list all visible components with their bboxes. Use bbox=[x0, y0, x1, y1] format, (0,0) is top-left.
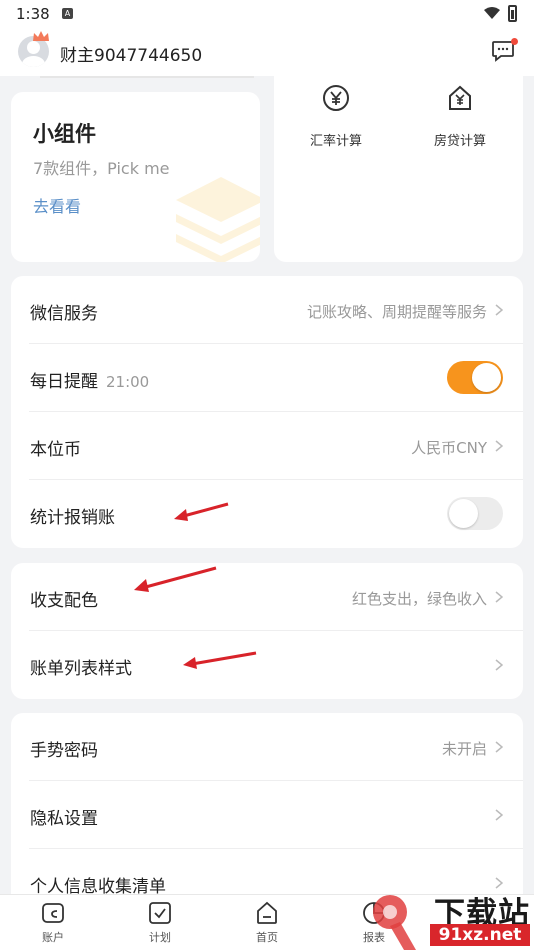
row-gesture-password[interactable]: 手势密码 未开启 bbox=[11, 713, 523, 781]
chevron-right-icon bbox=[495, 659, 503, 671]
row-label: 每日提醒 21:00 bbox=[30, 367, 149, 392]
battery-icon bbox=[508, 5, 517, 22]
tab-account[interactable]: 账户 bbox=[23, 901, 83, 945]
toggle-knob bbox=[472, 363, 501, 392]
chevron-right-icon bbox=[495, 741, 503, 753]
exchange-rate-tool[interactable]: 汇率计算 bbox=[281, 84, 391, 149]
watermark-logo-icon bbox=[373, 895, 416, 950]
tool-label: 汇率计算 bbox=[309, 134, 362, 149]
row-value: 记账攻略、周期提醒等服务 bbox=[306, 303, 487, 321]
tools-card: 汇率计算 房贷计算 bbox=[274, 76, 523, 262]
row-label: 隐私设置 bbox=[30, 809, 98, 829]
row-bill-list-style[interactable]: 账单列表样式 bbox=[11, 631, 523, 699]
yen-house-icon bbox=[449, 85, 471, 110]
row-value: 红色支出，绿色收入 bbox=[351, 590, 487, 608]
mortgage-tool[interactable]: 房贷计算 bbox=[405, 84, 515, 149]
row-color-scheme[interactable]: 收支配色 红色支出，绿色收入 bbox=[11, 563, 523, 631]
divider bbox=[40, 76, 254, 78]
row-label: 微信服务 bbox=[30, 304, 98, 324]
layers-icon bbox=[176, 177, 260, 262]
tab-label: 账户 bbox=[42, 931, 64, 944]
watermark-url: 91xz.net bbox=[430, 924, 530, 946]
settings-group-1: 微信服务 记账攻略、周期提醒等服务 每日提醒 21:00 本位币 人民币CNY 统… bbox=[11, 276, 523, 548]
row-base-currency[interactable]: 本位币 人民币CNY bbox=[11, 412, 523, 480]
row-label: 收支配色 bbox=[30, 591, 98, 611]
widget-link[interactable]: 去看看 bbox=[33, 193, 81, 217]
tab-label: 首页 bbox=[256, 931, 278, 944]
status-time: 1:38 bbox=[16, 5, 50, 23]
tab-label: 计划 bbox=[149, 931, 171, 944]
row-privacy-settings[interactable]: 隐私设置 bbox=[11, 781, 523, 849]
daily-reminder-toggle[interactable] bbox=[447, 361, 503, 394]
row-reimbursement: 统计报销账 bbox=[11, 480, 523, 548]
row-label: 统计报销账 bbox=[30, 508, 115, 528]
wallet-icon bbox=[42, 903, 64, 923]
row-label: 手势密码 bbox=[30, 741, 98, 761]
row-label-text: 每日提醒 bbox=[30, 372, 98, 392]
unread-dot bbox=[511, 38, 518, 45]
status-bar: 1:38 A bbox=[0, 0, 534, 28]
tab-plan[interactable]: 计划 bbox=[130, 901, 190, 945]
tab-home[interactable]: 首页 bbox=[237, 901, 297, 945]
toggle-knob bbox=[449, 499, 478, 528]
settings-group-2: 收支配色 红色支出，绿色收入 账单列表样式 bbox=[11, 563, 523, 699]
tool-label: 房贷计算 bbox=[433, 134, 486, 149]
username[interactable]: 财主9047744650 bbox=[60, 41, 202, 66]
row-label: 账单列表样式 bbox=[30, 659, 132, 679]
reimbursement-toggle[interactable] bbox=[447, 497, 503, 530]
chevron-right-icon bbox=[495, 809, 503, 821]
row-value: 人民币CNY bbox=[411, 439, 487, 457]
row-wechat-service[interactable]: 微信服务 记账攻略、周期提醒等服务 bbox=[11, 276, 523, 344]
chevron-right-icon bbox=[495, 591, 503, 603]
profile-header: 财主9047744650 bbox=[0, 28, 534, 76]
checkbox-icon bbox=[149, 902, 171, 924]
reminder-time[interactable]: 21:00 bbox=[106, 373, 149, 391]
crown-icon bbox=[33, 31, 49, 41]
settings-group-3: 手势密码 未开启 隐私设置 个人信息收集清单 bbox=[11, 713, 523, 913]
home-icon bbox=[257, 901, 277, 924]
watermark: 下载站 91xz.net bbox=[360, 886, 534, 950]
widget-title: 小组件 bbox=[33, 122, 96, 146]
chevron-right-icon bbox=[495, 440, 503, 452]
yen-circle-icon bbox=[323, 85, 349, 111]
widget-card[interactable]: 小组件 7款组件，Pick me 去看看 bbox=[11, 92, 260, 262]
widget-subtitle: 7款组件，Pick me bbox=[33, 159, 170, 178]
row-daily-reminder: 每日提醒 21:00 bbox=[11, 344, 523, 412]
chevron-right-icon bbox=[495, 304, 503, 316]
row-label: 本位币 bbox=[30, 440, 81, 460]
a-badge-icon: A bbox=[62, 8, 73, 19]
wifi-icon bbox=[484, 7, 500, 19]
row-value: 未开启 bbox=[441, 740, 487, 758]
